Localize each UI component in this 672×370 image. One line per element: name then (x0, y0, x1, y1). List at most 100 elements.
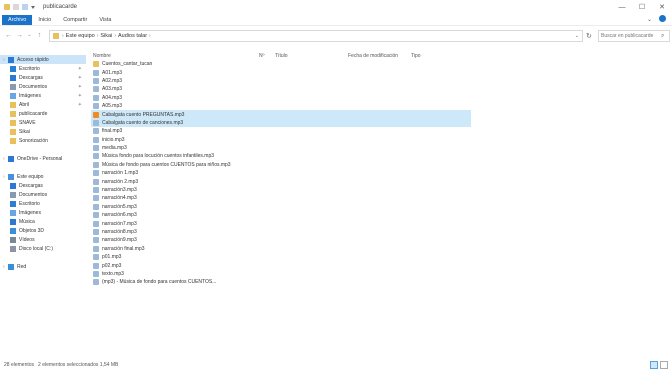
details-view-icon[interactable] (650, 361, 658, 369)
sidebar-item-label: Acceso rápido (17, 56, 49, 63)
column-type[interactable]: Tipo (411, 53, 421, 59)
cloud-icon (8, 155, 14, 162)
audio-file-icon (93, 187, 99, 194)
sidebar-item-label: Documentos (19, 191, 48, 198)
sidebar-item[interactable]: Descargas ✦ (0, 73, 86, 82)
column-title[interactable]: Título (275, 53, 288, 59)
file-row[interactable]: A02.mp3 (91, 77, 471, 85)
file-name: narración6.mp3 (102, 212, 137, 219)
close-button[interactable]: ✕ (652, 0, 672, 14)
download-icon (10, 74, 16, 81)
sidebar-item[interactable]: Disco local (C:) (0, 244, 86, 253)
file-name: narración9.mp3 (102, 237, 137, 244)
sidebar-item[interactable]: SNAVE (0, 118, 86, 127)
file-row[interactable]: narración7.mp3 (91, 219, 471, 227)
breadcrumb-this-pc[interactable]: Este equipo (64, 33, 97, 39)
sidebar-item-label: OneDrive - Personal (17, 155, 63, 162)
file-row[interactable]: narración 2.mp3 (91, 177, 471, 185)
file-row[interactable]: final.mp3 (91, 127, 471, 135)
file-name: Música de fondo para cuentos CUENTOS par… (102, 161, 231, 168)
sidebar-item[interactable]: Abril ✦ (0, 100, 86, 109)
up-arrow-icon[interactable]: ↑ (35, 31, 44, 40)
help-icon[interactable] (659, 15, 666, 22)
recent-locations-icon[interactable]: ⌄ (25, 31, 34, 40)
search-input[interactable] (599, 33, 661, 39)
sidebar-item[interactable]: Escritorio (0, 199, 86, 208)
address-dropdown-icon[interactable]: ⌄ (575, 33, 579, 39)
large-icons-view-icon[interactable] (660, 361, 668, 369)
minimize-button[interactable]: — (612, 0, 632, 14)
sidebar-item[interactable]: Objetos 3D (0, 226, 86, 235)
sidebar-item[interactable]: › OneDrive - Personal (0, 154, 86, 163)
download-icon (10, 182, 16, 189)
file-row[interactable]: narración final.mp3 (91, 245, 471, 253)
sidebar-item-label: Objetos 3D (19, 227, 45, 234)
chevron-down-icon[interactable] (31, 5, 35, 9)
tab-view[interactable]: Vista (93, 15, 117, 25)
chevron-right-icon[interactable]: › (149, 33, 151, 39)
sidebar-item[interactable]: Vídeos (0, 235, 86, 244)
file-row[interactable]: inicio.mp3 (91, 136, 471, 144)
tab-home[interactable]: Inicio (32, 15, 57, 25)
star-icon (8, 56, 14, 63)
file-row[interactable]: narración6.mp3 (91, 211, 471, 219)
file-row[interactable]: narración5.mp3 (91, 203, 471, 211)
file-row[interactable]: A04.mp3 (91, 94, 471, 102)
sidebar-item[interactable]: Documentos ✦ (0, 82, 86, 91)
file-row[interactable]: A03.mp3 (91, 85, 471, 93)
file-row[interactable]: A05.mp3 (91, 102, 471, 110)
file-row[interactable]: narración 1.mp3 (91, 169, 471, 177)
file-row[interactable]: narración9.mp3 (91, 236, 471, 244)
file-row[interactable]: narración4.mp3 (91, 194, 471, 202)
file-row[interactable]: Cabalgata cuento de canciones.mp3 (91, 118, 471, 128)
file-row[interactable]: texto.mp3 (91, 270, 471, 278)
breadcrumb-sikai[interactable]: Sikai (98, 33, 114, 39)
sidebar-item[interactable]: › Este equipo (0, 172, 86, 181)
column-number[interactable]: Nº (259, 53, 264, 59)
file-row[interactable]: Cabalgata cuento PREGUNTAS.mp3 (91, 110, 471, 119)
sidebar-item[interactable]: Documentos (0, 190, 86, 199)
file-row[interactable]: narración8.mp3 (91, 228, 471, 236)
tab-share[interactable]: Compartir (57, 15, 93, 25)
back-arrow-icon[interactable]: ← (4, 31, 13, 40)
sidebar-item[interactable]: Descargas (0, 181, 86, 190)
column-date-modified[interactable]: Fecha de modificación (348, 53, 398, 59)
document-icon (10, 83, 16, 90)
file-row[interactable]: A01.mp3 (91, 68, 471, 76)
expand-ribbon-icon[interactable]: ⌄ (647, 16, 652, 23)
maximize-button[interactable]: ☐ (632, 0, 652, 14)
column-name[interactable]: Nombre (93, 53, 111, 59)
file-row[interactable]: Música de fondo para cuentos CUENTOS par… (91, 161, 471, 169)
sidebar-item[interactable]: Imágenes (0, 208, 86, 217)
sidebar-item[interactable]: Sikai (0, 127, 86, 136)
file-name: texto.mp3 (102, 270, 124, 277)
audio-file-icon (93, 195, 99, 202)
sidebar-item[interactable]: Música (0, 217, 86, 226)
sidebar-item[interactable]: Imágenes ✦ (0, 91, 86, 100)
audio-file-icon (93, 77, 99, 84)
sidebar-item[interactable]: Escritorio ✦ (0, 64, 86, 73)
file-name: final.mp3 (102, 128, 123, 135)
file-row[interactable]: Música fondo para locución cuentos infan… (91, 152, 471, 160)
refresh-icon[interactable]: ↻ (586, 32, 592, 40)
sidebar-item[interactable]: Sonorización (0, 136, 86, 145)
audio-file-icon (93, 136, 99, 143)
properties-icon[interactable] (13, 4, 19, 10)
sidebar-item[interactable]: publicacarde (0, 109, 86, 118)
folder-icon (10, 137, 16, 144)
tab-file[interactable]: Archivo (2, 14, 33, 25)
file-row[interactable]: Cuentos_cantar_tucan (91, 60, 471, 68)
new-folder-icon[interactable] (22, 4, 28, 10)
sidebar-item[interactable]: › Acceso rápido (0, 55, 86, 64)
file-row[interactable]: p01.mp3 (91, 253, 471, 261)
search-box[interactable]: ⌕ (598, 30, 670, 42)
breadcrumb-audios[interactable]: Audios talar (116, 33, 149, 39)
file-row[interactable]: p02.mp3 (91, 261, 471, 269)
sidebar-item[interactable]: › Red (0, 262, 86, 271)
file-row[interactable]: (mp3) - Música de fondo para cuentos CUE… (91, 278, 471, 286)
forward-arrow-icon[interactable]: → (15, 31, 24, 40)
address-bar[interactable]: › Este equipo › Sikai › Audios talar › ⌄ (49, 30, 583, 42)
file-row[interactable]: media.mp3 (91, 144, 471, 152)
file-row[interactable]: narración3.mp3 (91, 186, 471, 194)
